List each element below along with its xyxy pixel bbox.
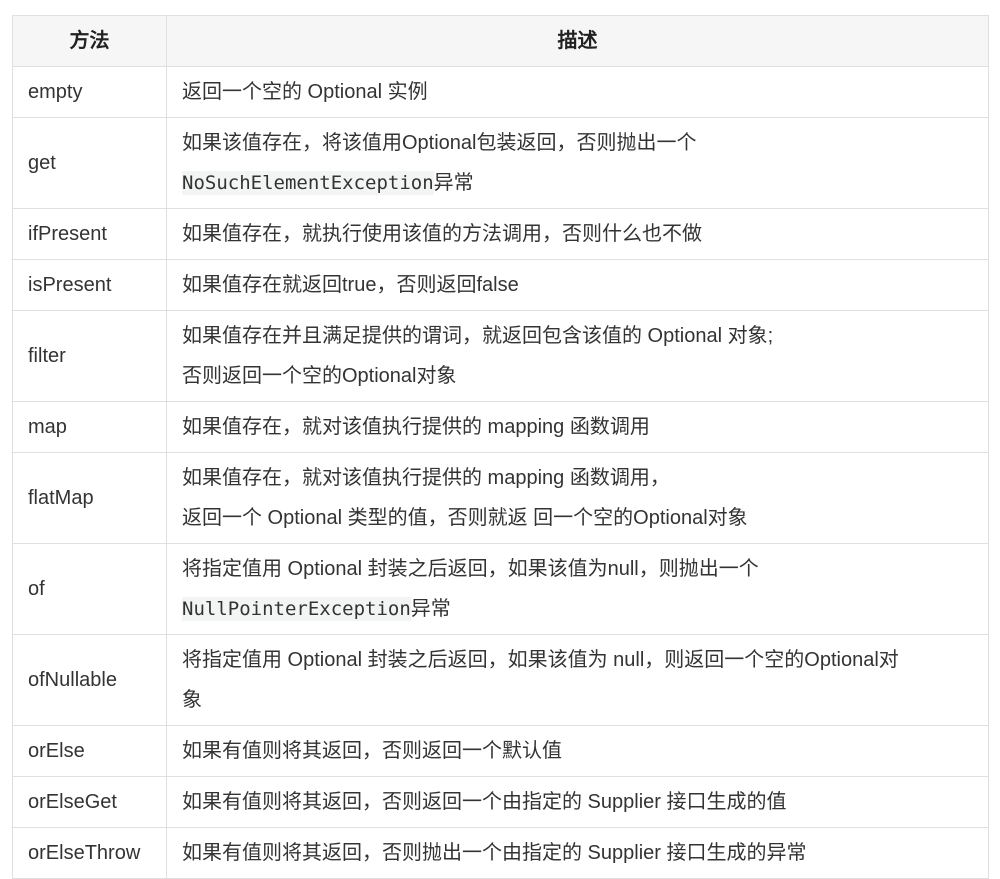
method-name: empty [12,66,167,118]
method-name: ofNullable [12,634,167,726]
description-line: NullPointerException异常 [182,589,973,629]
method-name: ifPresent [12,208,167,260]
description-text: 异常 [410,598,451,620]
method-description: 如果该值存在，将该值用Optional包装返回，否则抛出一个 NoSuchElem… [166,117,989,209]
description-text: 返回一个空的 Optional 实例 [182,81,428,103]
table-row: get 如果该值存在，将该值用Optional包装返回，否则抛出一个 NoSuchE… [12,117,989,209]
method-name: orElse [12,725,167,777]
description-line: 如果值存在，就执行使用该值的方法调用，否则什么也不做 [182,214,973,254]
table-row: ofNullable 将指定值用 Optional 封装之后返回，如果该值为 nu… [12,634,989,726]
table-row: filter 如果值存在并且满足提供的谓词，就返回包含该值的 Optional 对… [12,310,989,402]
exception-class-code: NullPointerException [182,597,411,621]
method-name: filter [12,310,167,402]
method-name: flatMap [12,452,167,544]
description-line: 如果值存在，就对该值执行提供的 mapping 函数调用 [182,407,973,447]
method-name: orElseThrow [12,827,167,879]
optional-methods-table: 方法 描述 empty 返回一个空的 Optional 实例 get 如果该值存在，将… [12,15,989,879]
method-name: get [12,117,167,209]
description-line: NoSuchElementException异常 [182,163,973,203]
table-row: empty 返回一个空的 Optional 实例 [12,66,989,118]
method-description: 如果值存在就返回true，否则返回false [166,259,989,311]
description-text: 如果值存在，就执行使用该值的方法调用，否则什么也不做 [182,223,702,245]
table-body: empty 返回一个空的 Optional 实例 get 如果该值存在，将该值用Opt… [12,66,989,879]
table-row: ifPresent 如果值存在，就执行使用该值的方法调用，否则什么也不做 [12,208,989,260]
table-row: isPresent 如果值存在就返回true，否则返回false [12,259,989,311]
exception-class-code: NoSuchElementException [182,171,434,195]
description-line: 象 [182,680,973,720]
description-line: 将指定值用 Optional 封装之后返回，如果该值为 null，则返回一个空的… [182,640,973,680]
description-line: 如果值存在并且满足提供的谓词，就返回包含该值的 Optional 对象; [182,316,973,356]
table-row: orElseThrow 如果有值则将其返回，否则抛出一个由指定的 Supplier… [12,827,989,879]
description-text: 如果值存在，就对该值执行提供的 mapping 函数调用， [182,467,670,489]
description-text: 将指定值用 Optional 封装之后返回，如果该值为 null，则返回一个空的… [182,649,899,671]
description-line: 否则返回一个空的Optional对象 [182,356,973,396]
method-description: 将指定值用 Optional 封装之后返回，如果该值为null，则抛出一个 Nul… [166,543,989,635]
method-name: isPresent [12,259,167,311]
description-line: 如果值存在就返回true，否则返回false [182,265,973,305]
method-description: 将指定值用 Optional 封装之后返回，如果该值为 null，则返回一个空的… [166,634,989,726]
description-text: 如果值存在就返回true，否则返回false [182,274,519,296]
description-line: 如果有值则将其返回，否则抛出一个由指定的 Supplier 接口生成的异常 [182,833,973,873]
description-line: 如果该值存在，将该值用Optional包装返回，否则抛出一个 [182,123,973,163]
method-description: 如果值存在，就对该值执行提供的 mapping 函数调用 [166,401,989,453]
method-description: 如果有值则将其返回，否则抛出一个由指定的 Supplier 接口生成的异常 [166,827,989,879]
description-line: 如果有值则将其返回，否则返回一个由指定的 Supplier 接口生成的值 [182,782,973,822]
description-text: 如果有值则将其返回，否则返回一个由指定的 Supplier 接口生成的值 [182,791,787,813]
table-row: orElse 如果有值则将其返回，否则返回一个默认值 [12,725,989,777]
description-line: 返回一个 Optional 类型的值，否则就返 回一个空的Optional对象 [182,498,973,538]
method-description: 如果值存在，就执行使用该值的方法调用，否则什么也不做 [166,208,989,260]
table-row: flatMap 如果值存在，就对该值执行提供的 mapping 函数调用， 返回一个… [12,452,989,544]
table-row: of 将指定值用 Optional 封装之后返回，如果该值为null，则抛出一个 N… [12,543,989,635]
description-line: 如果有值则将其返回，否则返回一个默认值 [182,731,973,771]
description-text: 如果值存在，就对该值执行提供的 mapping 函数调用 [182,416,650,438]
method-name: orElseGet [12,776,167,828]
description-text: 否则返回一个空的Optional对象 [182,365,457,387]
header-description: 描述 [166,15,989,67]
description-line: 将指定值用 Optional 封装之后返回，如果该值为null，则抛出一个 [182,549,973,589]
method-description: 如果值存在并且满足提供的谓词，就返回包含该值的 Optional 对象; 否则返回… [166,310,989,402]
method-description: 返回一个空的 Optional 实例 [166,66,989,118]
header-method: 方法 [12,15,167,67]
description-text: 象 [182,689,202,711]
description-line: 返回一个空的 Optional 实例 [182,72,973,112]
description-text: 如果该值存在，将该值用Optional包装返回，否则抛出一个 [182,132,697,154]
table-header-row: 方法 描述 [12,15,989,67]
table-row: map 如果值存在，就对该值执行提供的 mapping 函数调用 [12,401,989,453]
method-name: of [12,543,167,635]
description-text: 如果值存在并且满足提供的谓词，就返回包含该值的 Optional 对象; [182,325,774,347]
description-text: 返回一个 Optional 类型的值，否则就返 回一个空的Optional对象 [182,507,748,529]
description-text: 将指定值用 Optional 封装之后返回，如果该值为null，则抛出一个 [182,558,759,580]
description-text: 如果有值则将其返回，否则抛出一个由指定的 Supplier 接口生成的异常 [182,842,807,864]
method-description: 如果有值则将其返回，否则返回一个默认值 [166,725,989,777]
description-text: 异常 [433,172,474,194]
method-description: 如果有值则将其返回，否则返回一个由指定的 Supplier 接口生成的值 [166,776,989,828]
method-name: map [12,401,167,453]
table-row: orElseGet 如果有值则将其返回，否则返回一个由指定的 Supplier 接… [12,776,989,828]
method-description: 如果值存在，就对该值执行提供的 mapping 函数调用， 返回一个 Option… [166,452,989,544]
description-text: 如果有值则将其返回，否则返回一个默认值 [182,740,562,762]
description-line: 如果值存在，就对该值执行提供的 mapping 函数调用， [182,458,973,498]
